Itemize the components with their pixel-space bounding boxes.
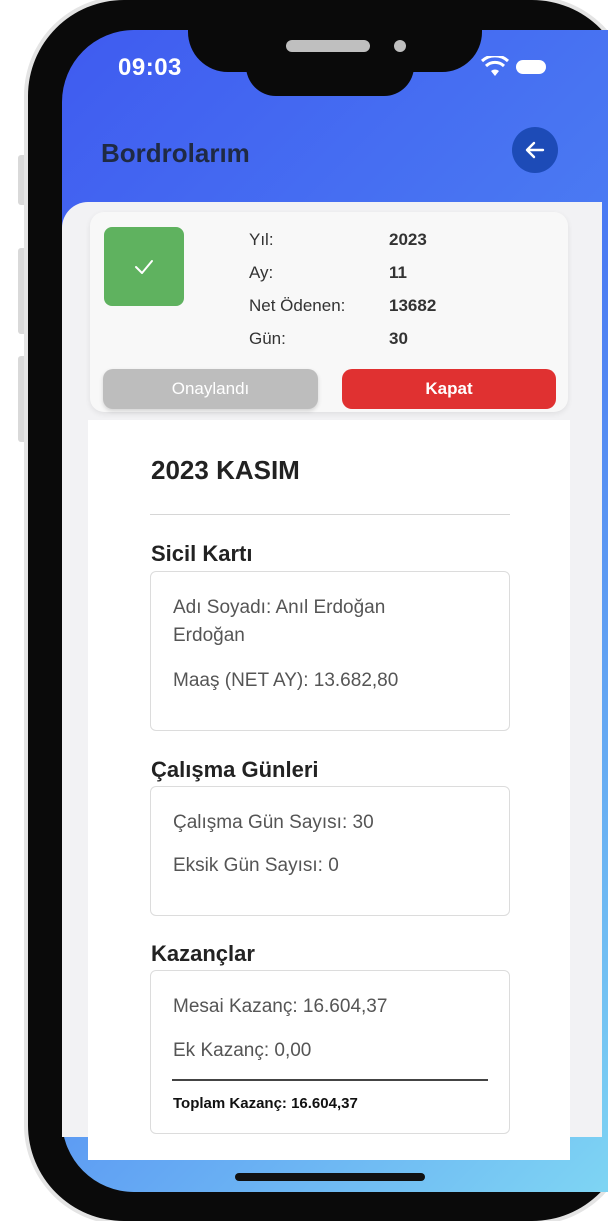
- employee-name-line: Adı Soyadı: Anıl Erdoğan: [173, 597, 386, 618]
- status-time: 09:03: [118, 54, 182, 81]
- net-paid-value: 13682: [389, 296, 437, 315]
- total-divider: [172, 1079, 488, 1081]
- sicil-section-title: Sicil Kartı: [151, 541, 253, 566]
- sicil-card: [150, 571, 510, 731]
- notch-lip: [246, 60, 414, 96]
- extra-earnings: Ek Kazanç: 0,00: [173, 1040, 312, 1061]
- work-days-section-title: Çalışma Günleri: [151, 757, 319, 782]
- missing-days-count: Eksik Gün Sayısı: 0: [173, 855, 339, 876]
- front-camera: [394, 40, 406, 52]
- speaker-grille: [286, 40, 370, 52]
- net-paid-label: Net Ödenen:: [249, 296, 346, 315]
- battery-icon: [516, 60, 546, 74]
- approved-button[interactable]: Onaylandı: [103, 369, 318, 409]
- employee-surname-line: Erdoğan: [173, 625, 245, 646]
- close-button[interactable]: Kapat: [342, 369, 556, 409]
- earnings-section-title: Kazançlar: [151, 941, 255, 966]
- period-title: 2023 KASIM: [151, 455, 300, 485]
- days-label: Gün:: [249, 329, 286, 348]
- divider: [150, 514, 510, 515]
- year-value: 2023: [389, 230, 427, 249]
- wifi-icon: [480, 56, 510, 76]
- work-days-card: [150, 786, 510, 916]
- salary-line: Maaş (NET AY): 13.682,80: [173, 670, 399, 691]
- back-button[interactable]: [512, 127, 558, 173]
- arrow-left-icon: [525, 141, 545, 159]
- overtime-earnings: Mesai Kazanç: 16.604,37: [173, 996, 388, 1017]
- month-value: 11: [389, 263, 407, 282]
- approved-status-badge: [104, 227, 184, 306]
- checkmark-icon: [135, 259, 153, 274]
- year-label: Yıl:: [249, 230, 274, 249]
- work-days-count: Çalışma Gün Sayısı: 30: [173, 812, 374, 833]
- total-earnings: Toplam Kazanç: 16.604,37: [173, 1095, 358, 1112]
- home-indicator: [235, 1173, 425, 1181]
- page-title: Bordrolarım: [101, 138, 250, 168]
- month-label: Ay:: [249, 263, 274, 282]
- days-value: 30: [389, 329, 408, 348]
